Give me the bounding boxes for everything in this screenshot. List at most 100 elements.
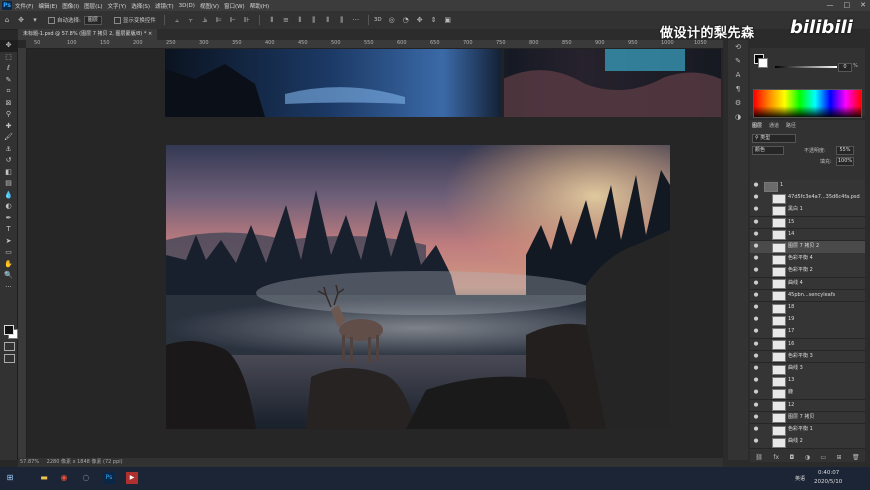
layer-opacity-input[interactable]: 55% [836,146,854,155]
layer-row[interactable]: ● 鹿 [750,387,865,400]
menu-window[interactable]: 窗口(W) [224,2,245,10]
dodge-tool-icon[interactable]: ◐ [0,201,17,213]
zoom-level[interactable]: 57.87% [20,459,39,465]
marquee-tool-icon[interactable]: ⬚ [0,52,17,64]
layer-row[interactable]: ● 图层 7 拷贝 [750,411,865,425]
more-options-icon[interactable]: ··· [352,16,360,24]
visibility-eye-icon[interactable]: ● [753,328,759,334]
layer-row[interactable]: ● 12 [750,399,865,413]
layer-row[interactable]: ● 18 [750,302,865,315]
distribute-top-icon[interactable]: ⦀ [268,16,276,24]
type-tool-icon[interactable]: T [0,224,17,236]
properties-panel-icon[interactable]: ⚙ [728,96,748,110]
visibility-eye-icon[interactable]: ● [753,206,759,212]
brush-tool-icon[interactable]: 🖌 [0,132,17,144]
layer-thumbnail[interactable] [772,254,786,265]
visibility-eye-icon[interactable]: ● [753,414,759,420]
quick-select-tool-icon[interactable]: ✎ [0,75,17,87]
visibility-eye-icon[interactable]: ● [753,243,759,249]
history-brush-icon[interactable]: ↺ [0,155,17,167]
distribute-left-icon[interactable]: ⫼ [310,16,318,24]
main-artboard-image[interactable] [166,145,670,429]
menu-select[interactable]: 选择(S) [131,2,150,10]
move-tool-icon[interactable]: ✥ [17,16,25,24]
clock-time[interactable]: 0:40:07 [818,470,839,476]
align-vcenter-icon[interactable]: ⫟ [187,16,195,24]
upper-artboard-image[interactable] [165,49,721,117]
align-top-icon[interactable]: ⫠ [173,16,181,24]
visibility-eye-icon[interactable]: ● [753,353,759,359]
menu-edit[interactable]: 编辑(E) [38,2,57,10]
align-right-icon[interactable]: ⊪ [243,16,251,24]
visibility-eye-icon[interactable]: ● [753,304,759,310]
menu-file[interactable]: 文件(F) [15,2,33,10]
link-layers-icon[interactable]: ⛓ [755,454,763,462]
layer-row[interactable]: ● 15 [750,216,865,230]
layer-thumbnail[interactable] [772,242,786,253]
quick-mask-icon[interactable] [4,342,15,351]
tab-layers[interactable]: 图层 [752,122,762,129]
document-tab[interactable]: 未标题-1.psd @ 57.8% (图层 7 拷贝 2, 图层蒙版/8) * … [18,29,158,40]
3d-orbit-icon[interactable]: ◎ [388,16,396,24]
layer-row[interactable]: ● 色彩平衡 1 [750,424,865,437]
layer-row[interactable]: ● 曲线 3 [750,363,865,376]
layer-thumbnail[interactable] [772,266,786,277]
move-tool-icon[interactable]: ✥ [0,40,17,52]
layer-row[interactable]: ● 14 [750,228,865,242]
gradient-tool-icon[interactable]: ▤ [0,178,17,190]
foreground-color-swatch[interactable] [4,325,14,335]
visibility-eye-icon[interactable]: ● [753,194,759,200]
layer-thumbnail[interactable] [772,230,786,241]
opacity-value[interactable]: 0 [838,63,852,72]
layer-row[interactable]: ● 19 [750,314,865,327]
visibility-eye-icon[interactable]: ● [753,267,759,273]
vertical-ruler[interactable] [18,48,27,458]
tab-paths[interactable]: 路径 [786,122,796,129]
layer-thumbnail[interactable] [772,218,786,229]
layer-row[interactable]: ● 1 [750,180,865,193]
layer-thumbnail[interactable] [772,364,786,375]
hand-tool-icon[interactable]: ✋ [0,259,17,271]
maximize-button[interactable]: □ [844,1,851,9]
visibility-eye-icon[interactable]: ● [753,219,759,225]
clone-stamp-icon[interactable]: ⚓ [0,144,17,156]
3d-roll-icon[interactable]: ◔ [402,16,410,24]
menu-help[interactable]: 帮助(H) [250,2,269,10]
layer-thumbnail[interactable] [772,303,786,314]
adjustments-panel-icon[interactable]: ◑ [728,110,748,124]
layer-row[interactable]: ● 色彩平衡 4 [750,253,865,266]
pen-tool-icon[interactable]: ✒ [0,213,17,225]
color-bg-swatch[interactable] [758,58,768,68]
menu-type[interactable]: 文字(Y) [108,2,127,10]
path-select-icon[interactable]: ➤ [0,236,17,248]
blend-mode-dropdown[interactable]: 颜色 [752,146,784,155]
blur-tool-icon[interactable]: 💧 [0,190,17,202]
character-panel-icon[interactable]: A [728,68,748,82]
chevron-down-icon[interactable]: ▾ [31,16,39,24]
align-left-icon[interactable]: ⊫ [215,16,223,24]
menu-view[interactable]: 视图(V) [200,2,219,10]
visibility-eye-icon[interactable]: ● [753,426,759,432]
layer-row[interactable]: ● 色彩平衡 3 [750,350,865,364]
paragraph-panel-icon[interactable]: ¶ [728,82,748,96]
align-hcenter-icon[interactable]: ⊩ [229,16,237,24]
3d-scale-icon[interactable]: ▣ [444,16,452,24]
visibility-eye-icon[interactable]: ● [753,182,759,188]
3d-slide-icon[interactable]: ⇕ [430,16,438,24]
layer-thumbnail[interactable] [772,413,786,424]
file-explorer-icon[interactable]: ▬ [38,472,50,484]
show-transform-checkbox[interactable] [113,16,121,24]
visibility-eye-icon[interactable]: ● [753,438,759,444]
layer-thumbnail[interactable] [772,193,786,204]
align-bottom-icon[interactable]: ⫡ [201,16,209,24]
visibility-eye-icon[interactable]: ● [753,389,759,395]
lasso-tool-icon[interactable]: ℓ [0,63,17,75]
layer-thumbnail[interactable] [772,315,786,326]
distribute-right-icon[interactable]: ⫼ [338,16,346,24]
group-folder-icon[interactable] [764,181,778,192]
horizontal-ruler[interactable]: 50 100 150 200 250 300 350 400 450 500 550 600 650 70… [26,40,723,49]
frame-tool-icon[interactable]: ⊠ [0,98,17,110]
layer-thumbnail[interactable] [772,425,786,436]
layer-thumbnail[interactable] [772,291,786,302]
trash-icon[interactable]: 🗑 [852,454,860,462]
